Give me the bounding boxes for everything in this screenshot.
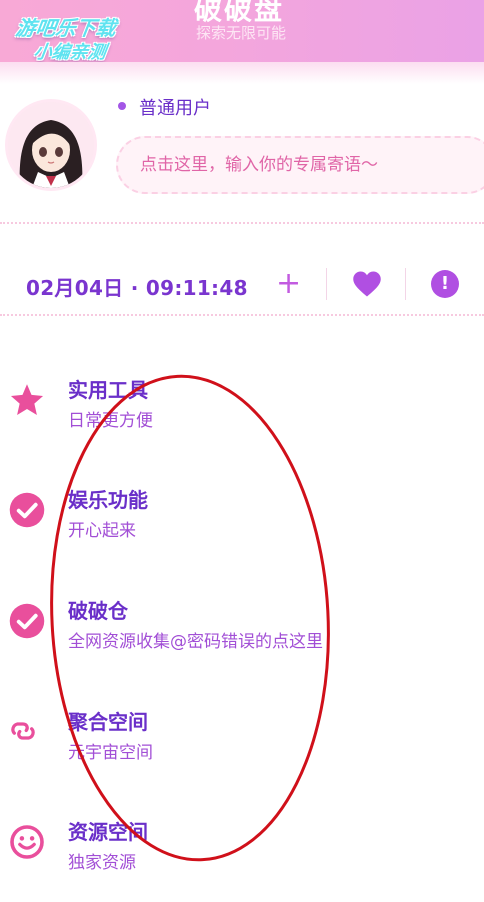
check-circle-icon xyxy=(9,603,45,639)
user-type-label: 普通用户 xyxy=(139,98,211,119)
user-type-dot xyxy=(118,102,126,110)
menu-item-tools[interactable]: 实用工具 日常更方便 xyxy=(0,370,484,460)
menu-item-aggregate-space[interactable]: 聚合空间 元宇宙空间 xyxy=(0,702,484,792)
heart-icon[interactable] xyxy=(352,270,382,298)
separator xyxy=(405,268,406,300)
app-header: 破破盘 探索无限可能 游吧乐下载 小编亲测 xyxy=(0,0,484,62)
avatar[interactable] xyxy=(8,102,94,188)
menu-title: 实用工具 xyxy=(68,378,148,402)
avatar-illustration xyxy=(8,102,94,188)
alert-icon[interactable]: ! xyxy=(431,270,459,298)
smile-icon xyxy=(10,825,44,859)
menu-item-popocang[interactable]: 破破仓 全网资源收集@密码错误的点这里 xyxy=(0,591,484,681)
menu-title: 破破仓 xyxy=(68,599,128,623)
star-icon xyxy=(10,384,44,415)
menu-title: 聚合空间 xyxy=(68,710,148,734)
app-subtitle: 探索无限可能 xyxy=(196,24,287,42)
datetime-display: 02月04日 · 09:11:48 xyxy=(26,276,248,300)
link-icon xyxy=(11,722,35,740)
menu-desc: 日常更方便 xyxy=(68,411,153,431)
divider xyxy=(0,222,484,224)
menu-desc: 全网资源收集@密码错误的点这里 xyxy=(68,632,323,652)
menu-desc: 元宇宙空间 xyxy=(68,743,153,763)
motto-input[interactable]: 点击这里，输入你的专属寄语～ xyxy=(116,136,484,194)
header-fade xyxy=(0,62,484,84)
check-circle-icon xyxy=(9,492,45,528)
add-button[interactable]: + xyxy=(276,264,301,304)
menu-item-resource-space[interactable]: 资源空间 独家资源 xyxy=(0,812,484,902)
divider xyxy=(0,314,484,316)
menu-desc: 开心起来 xyxy=(68,521,136,541)
watermark-line2: 小编亲测 xyxy=(32,42,108,62)
separator xyxy=(326,268,327,300)
menu-item-entertainment[interactable]: 娱乐功能 开心起来 xyxy=(0,480,484,570)
menu-title: 资源空间 xyxy=(68,820,148,844)
menu-desc: 独家资源 xyxy=(68,853,136,873)
menu-title: 娱乐功能 xyxy=(68,488,148,512)
watermark-line1: 游吧乐下载 xyxy=(14,16,118,40)
